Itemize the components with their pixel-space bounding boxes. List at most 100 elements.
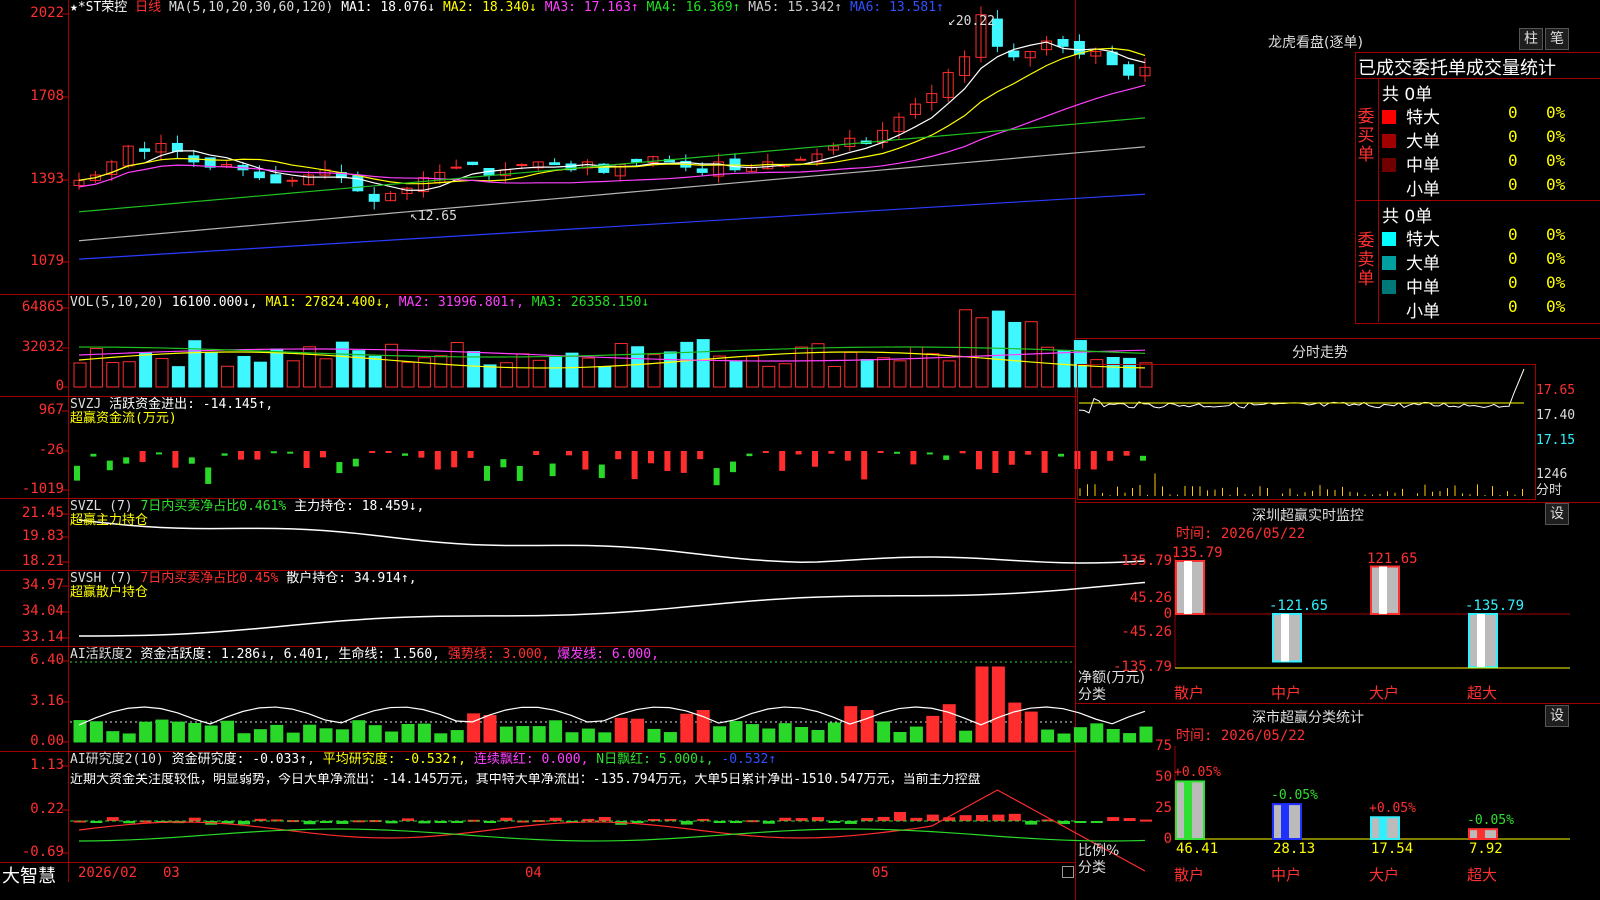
- low-price-label: ↖12.65: [410, 209, 457, 224]
- tick-view-button[interactable]: 笔: [1545, 28, 1569, 50]
- volume-bar: [483, 364, 497, 388]
- fund-flow-bar: [615, 451, 622, 460]
- bar-view-button[interactable]: 柱: [1519, 28, 1543, 50]
- activity-bar: [221, 720, 235, 743]
- ai2-title: AI研究度2(10): [70, 752, 164, 767]
- fund-flow-bar: [1058, 453, 1064, 457]
- ss-xlabel: 分类: [1078, 860, 1106, 876]
- sell-color-square: [1382, 304, 1396, 318]
- period-label[interactable]: 日线: [135, 0, 161, 15]
- y-tick-label: 64865: [21, 299, 64, 315]
- lock-icon[interactable]: [1062, 866, 1074, 878]
- y-tick-label: 3.16: [30, 693, 64, 709]
- buy-count: 0: [1508, 103, 1518, 122]
- sz-bar-label: -121.65: [1269, 598, 1329, 614]
- sz-bar-highlight: [1184, 561, 1192, 614]
- activity-bar: [532, 726, 546, 743]
- activity-bar: [549, 720, 563, 743]
- ai1-title-bar: AI活跃度2 资金活跃度: 1.286↓, 6.401, 生命线: 1.560,…: [70, 648, 659, 662]
- activity-bar: [581, 728, 595, 743]
- sz-y-tick: 0: [1163, 606, 1172, 622]
- sz-settings-button[interactable]: 设: [1545, 503, 1569, 525]
- candle-body: [631, 158, 643, 163]
- sz-bar-label: 135.79: [1172, 545, 1223, 561]
- volume-bar: [1057, 350, 1071, 388]
- volume-bar: [729, 360, 743, 388]
- sell-percent: 0%: [1546, 249, 1566, 268]
- y-tick-label: -1019: [21, 481, 64, 497]
- activity-bar: [909, 726, 923, 743]
- ma3-value: MA3: 17.163↑: [544, 0, 639, 15]
- research-bar: [992, 814, 1005, 821]
- activity-bar: [385, 731, 399, 743]
- fund-flow-bar: [664, 451, 671, 471]
- buy-color-square: [1382, 110, 1396, 124]
- sell-label: 特大: [1406, 230, 1440, 250]
- buy-total: 共 0单: [1382, 85, 1433, 105]
- ss-y-tick: 50: [1155, 769, 1172, 785]
- activity-bar: [565, 732, 579, 743]
- order-stats-header: 已成交委托单成交量统计: [1358, 58, 1556, 79]
- activity-bar: [122, 733, 136, 743]
- sell-color-square: [1382, 280, 1396, 294]
- ss-bar-top-label: +0.05%: [1174, 765, 1221, 781]
- ai2-average: 平均研究度: -0.532↑,: [322, 752, 467, 767]
- fund-flow-bar: [730, 461, 736, 473]
- sz-bar-highlight: [1281, 614, 1289, 662]
- ss-category: 大户: [1369, 866, 1400, 884]
- fund-flow-bar: [566, 451, 572, 456]
- ma1-value: MA1: 18.076↓: [341, 0, 436, 15]
- sell-label: 大单: [1406, 254, 1440, 274]
- research-bar: [959, 815, 972, 821]
- stock-name[interactable]: ★*ST荣控: [70, 0, 127, 15]
- ma4-line: [78, 117, 1146, 213]
- intraday-unit: 分时: [1536, 483, 1563, 498]
- intraday-chart[interactable]: [1077, 364, 1536, 500]
- volume-bar: [270, 348, 284, 388]
- volume-bar: [253, 361, 267, 388]
- ss-time: 时间: 2026/05/22: [1176, 728, 1306, 744]
- volume-bar: [663, 351, 677, 388]
- fund-flow-bar: [336, 462, 343, 474]
- activity-bar: [975, 666, 989, 743]
- activity-bar: [1057, 733, 1071, 743]
- svsh-ratio: 7日内买卖净占比0.45%: [140, 571, 279, 586]
- y-tick-label: 32032: [21, 339, 64, 355]
- research-bar: [1140, 819, 1152, 822]
- buy-label: 特大: [1406, 108, 1440, 128]
- ss-bar-top-label: +0.05%: [1369, 801, 1416, 817]
- volume-bar: [385, 343, 399, 388]
- volume-bar: [368, 355, 382, 388]
- main-title-bar: ★*ST荣控 日线 MA(5,10,20,30,60,120) MA1: 18.…: [70, 1, 944, 15]
- ss-bar-value: 7.92: [1469, 841, 1503, 857]
- research-bar: [106, 817, 119, 821]
- fund-flow-bar: [697, 451, 704, 460]
- activity-bar: [106, 731, 120, 743]
- candle-body: [1057, 39, 1069, 47]
- activity-bar: [1090, 723, 1104, 743]
- fund-flow-bar: [762, 451, 769, 453]
- candle-body: [1106, 51, 1118, 66]
- ai1-strongline: 强势线: 3.000,: [447, 647, 550, 662]
- activity-bar: [73, 720, 87, 743]
- sz-xlabel: 分类: [1078, 687, 1106, 703]
- y-tick-label: 34.97: [21, 577, 64, 593]
- activity-bar: [335, 729, 349, 743]
- volume-bar: [188, 340, 202, 388]
- svsh-value: 散户持仓: 34.914↑,: [286, 571, 417, 586]
- research-bar: [1123, 818, 1136, 821]
- activity-bar: [877, 721, 891, 743]
- activity-bar: [319, 728, 333, 743]
- activity-bar: [434, 733, 448, 743]
- ai2-note: 近期大资金关注度较低，明显弱势，今日大单净流出：-14.145万元，其中特大单净…: [70, 773, 981, 787]
- activity-bar: [204, 725, 218, 743]
- fund-flow-bar: [1041, 451, 1048, 473]
- ai2-consecutive-red: 连续飘红: 0.000,: [473, 752, 589, 767]
- buy-percent: 0%: [1546, 103, 1566, 122]
- fund-flow-bar: [270, 451, 277, 454]
- sz-category: 中户: [1271, 684, 1302, 702]
- volume-bar: [549, 355, 563, 388]
- sell-color-square: [1382, 256, 1396, 270]
- y-tick-label: 18.21: [21, 553, 64, 569]
- ss-settings-button[interactable]: 设: [1545, 705, 1569, 727]
